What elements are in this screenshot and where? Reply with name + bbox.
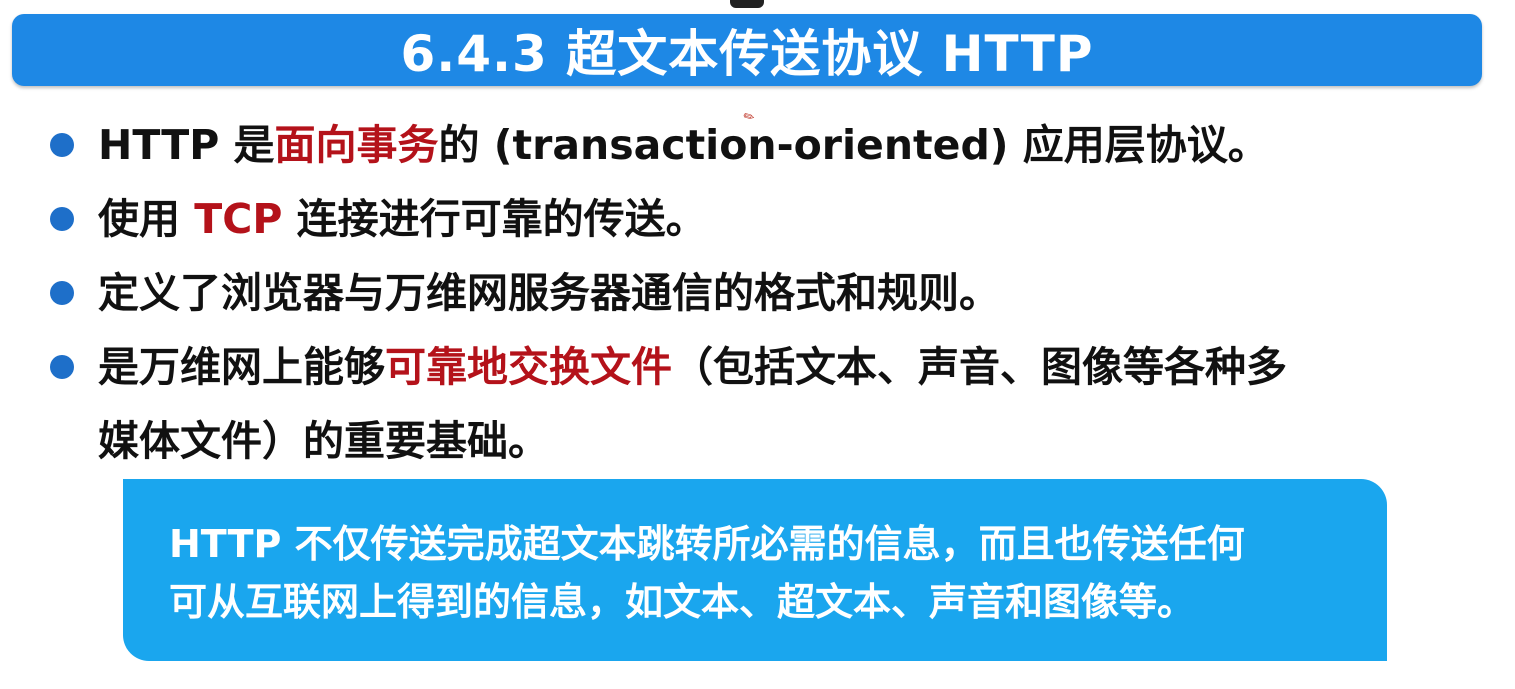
bullet-item-3: 定义了浏览器与万维网服务器通信的格式和规则。 <box>48 256 1478 330</box>
bullet-dot <box>50 133 74 157</box>
bullet-item-4: 是万维网上能够可靠地交换文件（包括文本、声音、图像等各种多 媒体文件）的重要基础… <box>48 330 1478 478</box>
note-line-2: 可从互联网上得到的信息，如文本、超文本、声音和图像等。 <box>169 580 1196 624</box>
highlight-text: TCP <box>194 195 283 243</box>
bullet-item-2: 使用 TCP 连接进行可靠的传送。 <box>48 182 1478 256</box>
highlight-text: 面向事务 <box>274 121 439 169</box>
bullet-text: 的 (transaction-oriented) 应用层协议。 <box>438 121 1269 169</box>
bullet-text: 使用 <box>98 195 195 243</box>
bullet-text: 定义了浏览器与万维网服务器通信的格式和规则。 <box>98 269 1000 317</box>
bullet-text: （包括文本、声音、图像等各种多 <box>672 343 1287 391</box>
note-box: HTTP 不仅传送完成超文本跳转所必需的信息，而且也传送任何 可从互联网上得到的… <box>123 479 1387 661</box>
bullet-text: 连接进行可靠的传送。 <box>282 195 707 243</box>
page-title: 6.4.3 超文本传送协议 HTTP <box>400 25 1094 83</box>
bullet-dot <box>50 355 74 379</box>
bullet-dot <box>50 207 74 231</box>
bullet-text: 是万维网上能够 <box>98 343 385 391</box>
bullet-continuation: 媒体文件）的重要基础。 <box>98 417 549 465</box>
title-bar: 6.4.3 超文本传送协议 HTTP <box>12 14 1482 86</box>
bullet-text: HTTP 是 <box>98 121 275 169</box>
bullet-dot <box>50 281 74 305</box>
bullet-item-1: HTTP 是面向事务的 (transaction-oriented) 应用层协议… <box>48 108 1478 182</box>
bullet-list: HTTP 是面向事务的 (transaction-oriented) 应用层协议… <box>48 108 1478 478</box>
top-tab-decoration <box>730 0 764 8</box>
note-line-1: HTTP 不仅传送完成超文本跳转所必需的信息，而且也传送任何 <box>169 522 1245 566</box>
highlight-text: 可靠地交换文件 <box>385 343 672 391</box>
